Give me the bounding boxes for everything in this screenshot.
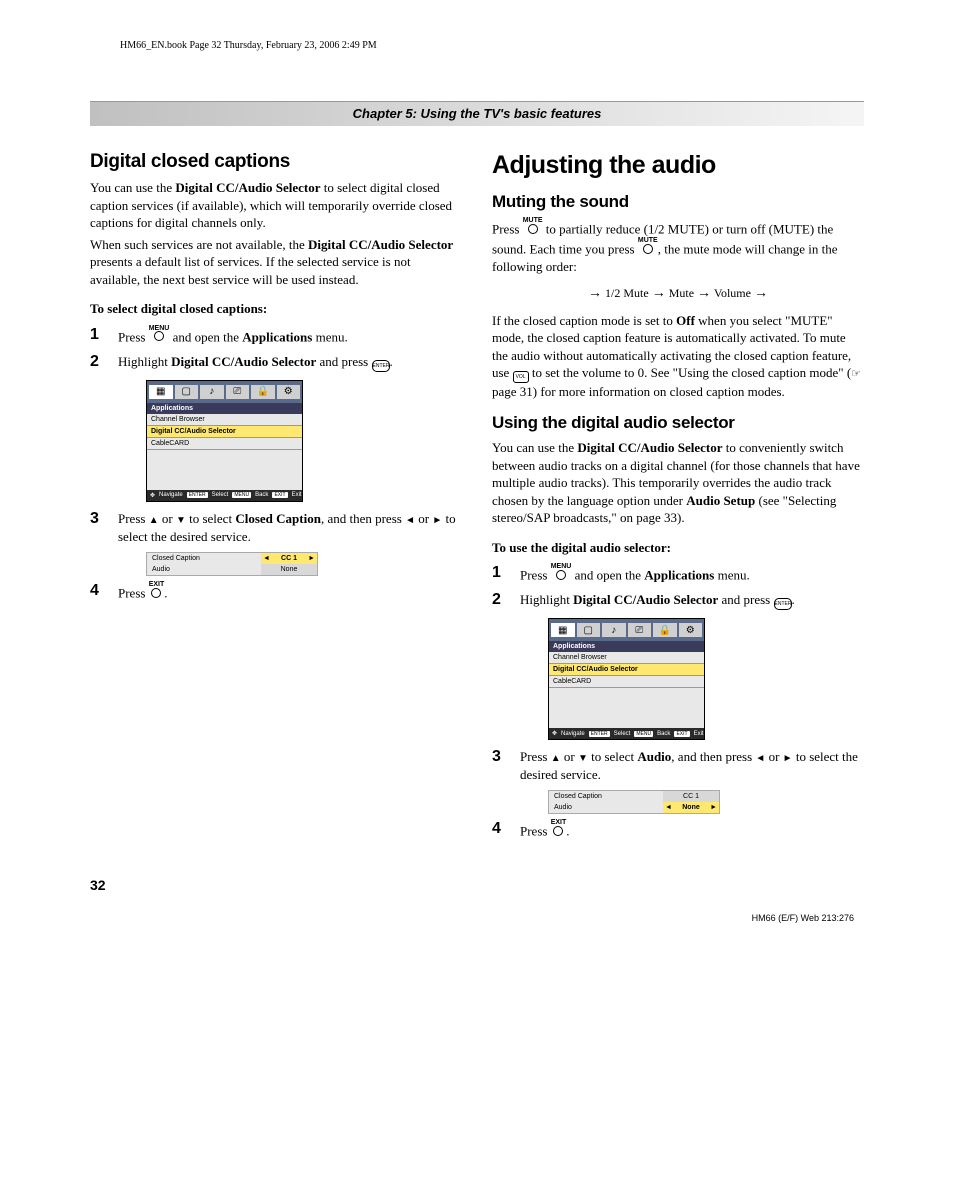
footer-code: HM66 (E/F) Web 213:276 [90,913,864,923]
menu-item-highlighted: Digital CC/Audio Selector [147,426,302,438]
option-row: Closed Caption CC 1 [549,791,719,802]
step-4: 4 Press EXIT. [492,820,864,841]
tab-icon: 🔒 [653,623,677,637]
right-arrow-icon: ► [783,753,793,764]
heading-digital-cc: Digital closed captions [90,151,462,173]
enter-button-icon: ENTER [372,360,390,372]
menu-item: CableCARD [147,438,302,450]
tab-icon: ♪ [200,385,224,399]
menu-title: Applications [147,403,302,414]
columns: Digital closed captions You can use the … [90,151,864,847]
sub-heading: To use the digital audio selector: [492,539,864,557]
menu-item: Channel Browser [549,652,704,664]
option-box: Closed Caption CC 1 Audio ◄None► [548,790,720,814]
step-body: Press ▲ or ▼ to select Audio, and then p… [520,748,864,784]
para: Press MUTE to partially reduce (1/2 MUTE… [492,218,864,276]
exit-button-label: EXIT [551,820,567,836]
heading-digital-audio-selector: Using the digital audio selector [492,413,864,433]
step-3: 3 Press ▲ or ▼ to select Audio, and then… [492,748,864,784]
step-body: Press MENU and open the Applications men… [118,326,462,347]
up-arrow-icon: ▲ [551,753,561,764]
page: HM66_EN.book Page 32 Thursday, February … [0,0,954,953]
enter-button-icon: ENTER [774,598,792,610]
tab-icon: ▢ [175,385,199,399]
up-arrow-icon: ▲ [149,515,159,526]
left-arrow-icon: ◄ [405,515,415,526]
step-body: Press EXIT. [520,820,864,841]
menu-title: Applications [549,641,704,652]
tab-icon: ⎚ [628,623,652,637]
option-row: Audio None [147,564,317,575]
option-row: Audio ◄None► [549,802,719,813]
step-2: 2 Highlight Digital CC/Audio Selector an… [90,353,462,372]
down-arrow-icon: ▼ [578,753,588,764]
step-number: 4 [90,582,108,600]
mute-flow-diagram: → 1/2 Mute → Mute → Volume → [492,286,864,302]
left-column: Digital closed captions You can use the … [90,151,462,847]
para: If the closed caption mode is set to Off… [492,312,864,401]
para: When such services are not available, th… [90,236,462,289]
step-body: Highlight Digital CC/Audio Selector and … [118,353,462,372]
menu-button-label: MENU [149,326,170,342]
step-4: 4 Press EXIT. [90,582,462,603]
tab-icon: ▢ [577,623,601,637]
tab-icon: ⚙ [277,385,301,399]
down-arrow-icon: ▼ [176,515,186,526]
step-body: Highlight Digital CC/Audio Selector and … [520,591,864,610]
right-column: Adjusting the audio Muting the sound Pre… [492,151,864,847]
tab-icon: ▦ [551,623,575,637]
para: You can use the Digital CC/Audio Selecto… [90,179,462,232]
vol-button-icon: VOL [513,371,529,383]
chapter-bar: Chapter 5: Using the TV's basic features [90,101,864,126]
step-number: 1 [90,326,108,344]
tab-icon: ▦ [149,385,173,399]
menu-item-highlighted: Digital CC/Audio Selector [549,664,704,676]
menu-item: CableCARD [549,676,704,688]
mute-button-label: MUTE [523,218,543,234]
menu-tabs: ▦ ▢ ♪ ⎚ 🔒 ⚙ [147,381,302,403]
pointer-icon: ☞ [851,368,861,380]
sub-heading: To select digital closed captions: [90,300,462,318]
step-number: 2 [90,353,108,371]
header-meta: HM66_EN.book Page 32 Thursday, February … [120,40,864,51]
menu-footer: ✥Navigate ENTERSelect MENUBack EXITExit [549,728,704,739]
heading-muting: Muting the sound [492,192,864,212]
option-row: Closed Caption ◄CC 1► [147,553,317,564]
step-1: 1 Press MENU and open the Applications m… [492,564,864,585]
step-body: Press ▲ or ▼ to select Closed Caption, a… [118,510,462,546]
step-number: 4 [492,820,510,838]
menu-screenshot: ▦ ▢ ♪ ⎚ 🔒 ⚙ Applications Channel Browser… [146,380,303,502]
step-number: 3 [90,510,108,528]
menu-screenshot: ▦ ▢ ♪ ⎚ 🔒 ⚙ Applications Channel Browser… [548,618,705,740]
heading-adjusting-audio: Adjusting the audio [492,151,864,180]
step-number: 1 [492,564,510,582]
step-body: Press MENU and open the Applications men… [520,564,864,585]
menu-tabs: ▦ ▢ ♪ ⎚ 🔒 ⚙ [549,619,704,641]
step-3: 3 Press ▲ or ▼ to select Closed Caption,… [90,510,462,546]
tab-icon: ⚙ [679,623,703,637]
right-arrow-icon: ► [432,515,442,526]
mute-button-label: MUTE [638,238,658,254]
menu-button-label: MENU [551,564,572,580]
menu-footer: ✥Navigate ENTERSelect MENUBack EXITExit [147,490,302,501]
tab-icon: ♪ [602,623,626,637]
step-number: 3 [492,748,510,766]
step-2: 2 Highlight Digital CC/Audio Selector an… [492,591,864,610]
tab-icon: ⎚ [226,385,250,399]
left-arrow-icon: ◄ [755,753,765,764]
tab-icon: 🔒 [251,385,275,399]
menu-item: Channel Browser [147,414,302,426]
step-body: Press EXIT. [118,582,462,603]
option-box: Closed Caption ◄CC 1► Audio None [146,552,318,576]
para: You can use the Digital CC/Audio Selecto… [492,439,864,527]
step-1: 1 Press MENU and open the Applications m… [90,326,462,347]
page-number: 32 [90,877,864,893]
step-number: 2 [492,591,510,609]
exit-button-label: EXIT [149,582,165,598]
